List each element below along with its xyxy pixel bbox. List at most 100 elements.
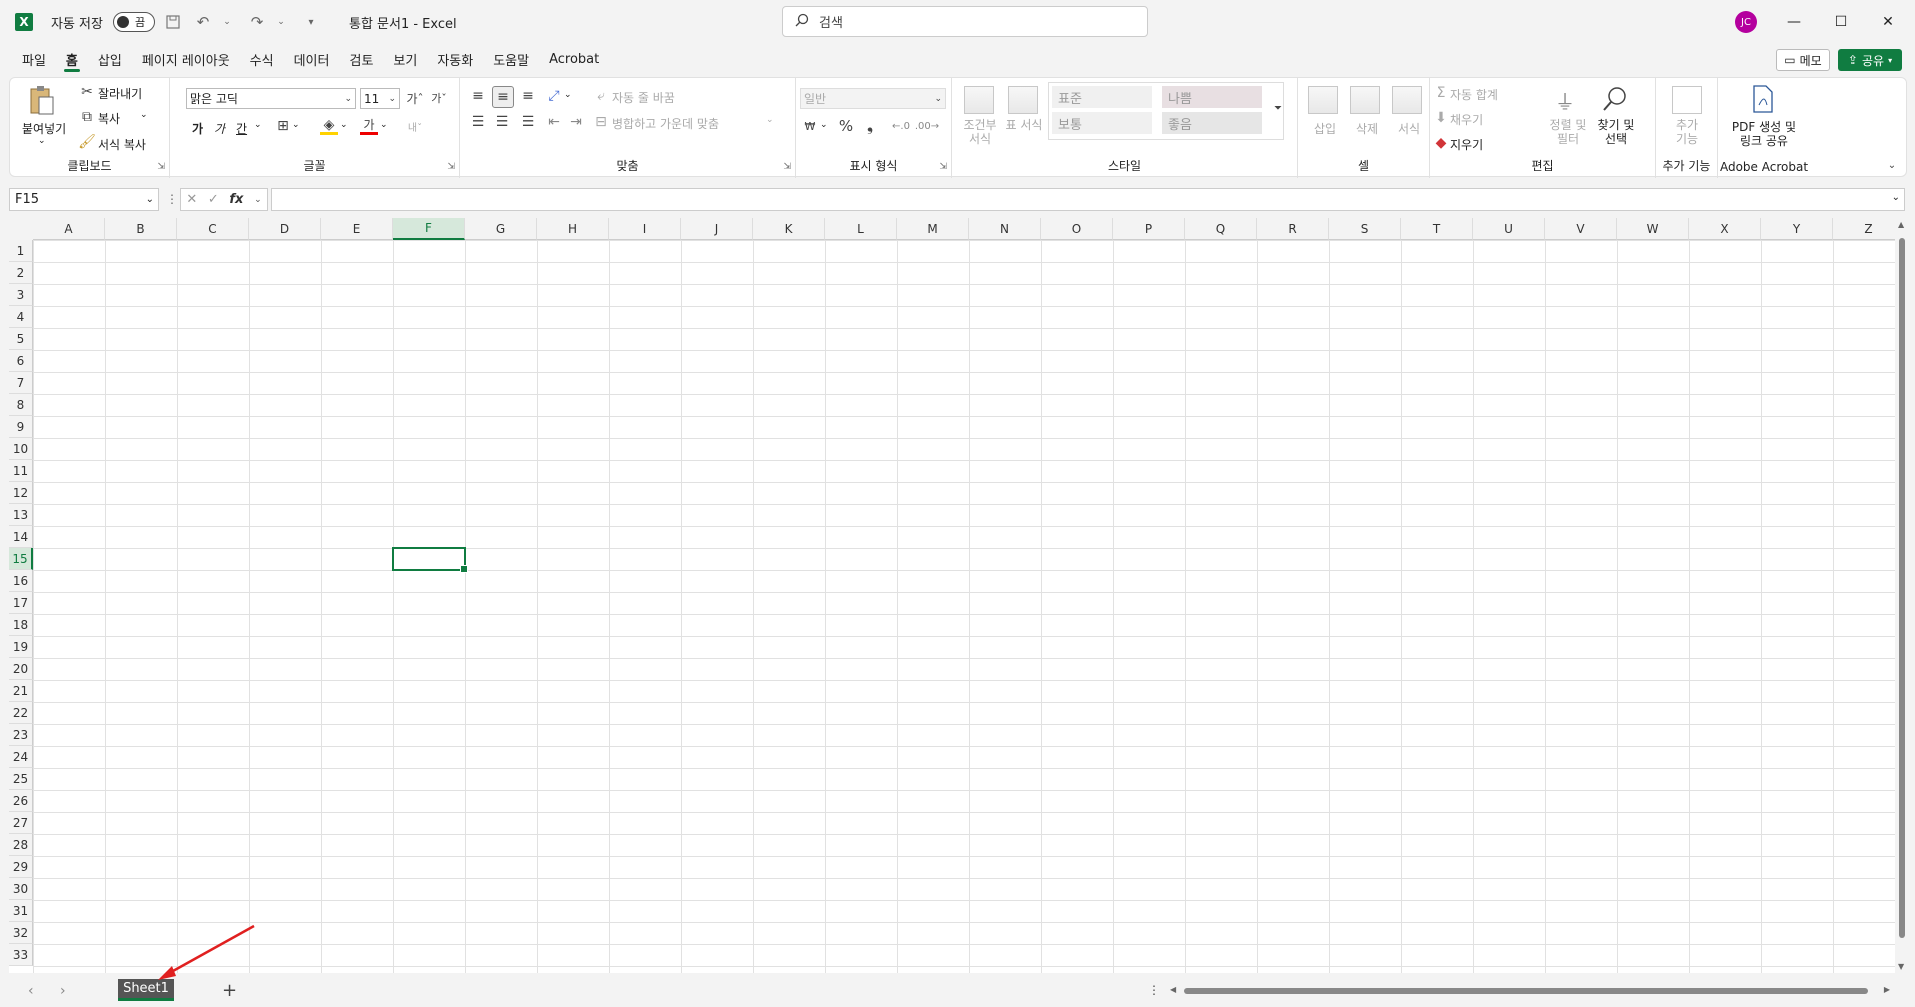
paintbrush-icon[interactable]: 🖌 [78, 134, 96, 150]
column-header[interactable]: H [537, 218, 609, 240]
name-box[interactable]: F15 ⌄ [9, 188, 159, 211]
column-header[interactable]: U [1473, 218, 1545, 240]
find-select-label[interactable]: 찾기 및 선택 [1594, 118, 1638, 146]
row-header[interactable]: 11 [9, 460, 33, 482]
row-header[interactable]: 15 [9, 548, 33, 570]
currency-icon[interactable]: ₩ [800, 116, 820, 136]
tab-view[interactable]: 보기 [383, 44, 427, 74]
collapse-ribbon-icon[interactable]: ⌄ [1884, 158, 1900, 172]
row-header[interactable]: 2 [9, 262, 33, 284]
column-header[interactable]: Z [1833, 218, 1895, 240]
dialog-launcher-icon[interactable]: ⇲ [447, 162, 455, 172]
redo-icon[interactable]: ↷ [245, 10, 269, 34]
row-header[interactable]: 16 [9, 570, 33, 592]
add-sheet-button[interactable]: + [222, 980, 237, 1001]
chevron-down-icon[interactable]: ⌄ [820, 120, 828, 130]
scissors-icon[interactable]: ✂ [80, 84, 94, 100]
formula-input[interactable]: ⌄ [271, 188, 1905, 211]
orientation-icon[interactable]: ⤢ [544, 86, 564, 106]
column-header[interactable]: J [681, 218, 753, 240]
column-header[interactable]: C [177, 218, 249, 240]
fill-label[interactable]: 채우기 [1450, 111, 1483, 128]
increase-indent-icon[interactable]: ⇥ [566, 112, 586, 132]
search-box[interactable]: 검색 [782, 6, 1148, 37]
underline-button[interactable]: 간 [236, 120, 247, 137]
row-header[interactable]: 32 [9, 922, 33, 944]
style-good[interactable]: 좋음 [1162, 112, 1262, 134]
row-header[interactable]: 5 [9, 328, 33, 350]
column-header[interactable]: R [1257, 218, 1329, 240]
align-right-icon[interactable]: ☰ [518, 112, 538, 132]
magnifier-icon[interactable] [1600, 84, 1630, 114]
delete-cells-label[interactable]: 삭제 [1356, 120, 1378, 137]
scroll-up-icon[interactable]: ▲ [1898, 220, 1904, 229]
save-icon[interactable] [161, 10, 185, 34]
column-header[interactable]: I [609, 218, 681, 240]
column-header[interactable]: A [33, 218, 105, 240]
scroll-left-icon[interactable]: ◀ [1170, 985, 1176, 994]
insert-cells-label[interactable]: 삽입 [1314, 120, 1336, 137]
column-header[interactable]: F [393, 218, 465, 240]
gallery-more-icon[interactable]: ⏷ [1272, 98, 1284, 118]
format-cells-label[interactable]: 서식 [1398, 120, 1420, 137]
format-as-table-icon[interactable] [1008, 86, 1038, 114]
vertical-scroll-thumb[interactable] [1899, 238, 1905, 938]
row-header[interactable]: 9 [9, 416, 33, 438]
scroll-right-icon[interactable]: ▶ [1884, 985, 1890, 994]
align-top-icon[interactable]: ≡ [468, 86, 488, 106]
next-sheet-icon[interactable]: › [60, 983, 66, 999]
align-left-icon[interactable]: ☰ [468, 112, 488, 132]
more-options-icon[interactable]: ⋮ [166, 192, 178, 206]
comma-icon[interactable]: ❟ [860, 116, 880, 136]
decrease-decimal-icon[interactable]: .00→ [915, 116, 939, 136]
sheet-tab-sheet1[interactable]: Sheet1 [118, 979, 174, 1001]
chevron-down-icon[interactable]: ⌄ [292, 120, 300, 130]
column-header[interactable]: O [1041, 218, 1113, 240]
chevron-down-icon[interactable]: ⌄ [215, 10, 239, 34]
chevron-down-icon[interactable]: ⌄ [254, 120, 262, 130]
format-as-table-label[interactable]: 표 서식 [1004, 118, 1044, 132]
conditional-format-icon[interactable] [964, 86, 994, 114]
merge-icon[interactable]: ⊟ [592, 112, 610, 132]
scroll-down-icon[interactable]: ▼ [1898, 962, 1904, 971]
row-header[interactable]: 4 [9, 306, 33, 328]
tab-automate[interactable]: 자동화 [427, 44, 483, 74]
chevron-down-icon[interactable]: ⌄ [38, 136, 46, 146]
format-painter-label[interactable]: 서식 복사 [98, 136, 146, 153]
maximize-icon[interactable]: ☐ [1818, 8, 1864, 36]
avatar[interactable]: JC [1735, 11, 1757, 33]
fill-color-icon[interactable]: ◈ [320, 117, 338, 135]
sort-filter-icon[interactable]: ⏚ [1550, 86, 1580, 114]
row-header[interactable]: 18 [9, 614, 33, 636]
wrap-text-icon[interactable]: ⤶ [592, 86, 610, 106]
row-header[interactable]: 26 [9, 790, 33, 812]
column-header[interactable]: Q [1185, 218, 1257, 240]
row-header[interactable]: 21 [9, 680, 33, 702]
column-header[interactable]: G [465, 218, 537, 240]
percent-icon[interactable]: % [836, 116, 856, 136]
paste-icon[interactable] [26, 84, 58, 118]
dialog-launcher-icon[interactable]: ⇲ [783, 162, 791, 172]
column-header[interactable]: V [1545, 218, 1617, 240]
merge-center-label[interactable]: 병합하고 가운데 맞춤 [612, 115, 719, 132]
column-header[interactable]: M [897, 218, 969, 240]
delete-cells-icon[interactable] [1350, 86, 1380, 114]
row-header[interactable]: 24 [9, 746, 33, 768]
chevron-down-icon[interactable]: ⌄ [340, 120, 348, 130]
row-header[interactable]: 6 [9, 350, 33, 372]
row-header[interactable]: 7 [9, 372, 33, 394]
tab-review[interactable]: 검토 [339, 44, 383, 74]
insert-cells-icon[interactable] [1308, 86, 1338, 114]
column-header[interactable]: L [825, 218, 897, 240]
chevron-down-icon[interactable]: ⌄ [380, 120, 388, 130]
phonetic-icon[interactable]: 내ˇ [406, 117, 424, 135]
copy-icon[interactable]: ⧉ [80, 109, 94, 125]
italic-button[interactable]: 가 [214, 120, 225, 137]
column-header[interactable]: E [321, 218, 393, 240]
addins-icon[interactable] [1672, 86, 1702, 114]
row-header[interactable]: 10 [9, 438, 33, 460]
paste-label[interactable]: 붙여넣기 [22, 120, 66, 137]
share-button[interactable]: ⇪ 공유 ▾ [1838, 49, 1902, 71]
row-header[interactable]: 30 [9, 878, 33, 900]
row-header[interactable]: 12 [9, 482, 33, 504]
